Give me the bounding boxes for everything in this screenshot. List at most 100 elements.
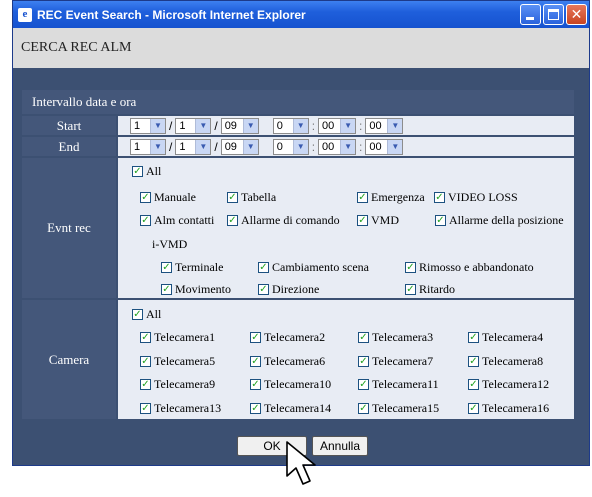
checkbox-icon: ✓ — [132, 165, 143, 177]
manuale-checkbox[interactable]: ✓ Manuale — [140, 190, 196, 205]
checkbox-icon: ✓ — [358, 402, 369, 414]
camera-checkbox-11[interactable]: ✓ Telecamera11 — [358, 377, 439, 392]
date-separator: / — [169, 118, 173, 133]
emergenza-checkbox[interactable]: ✓ Emergenza — [357, 190, 425, 205]
end-second-value: 00 — [369, 140, 382, 153]
date-separator: / — [214, 139, 218, 154]
checkbox-icon: ✓ — [140, 378, 151, 390]
start-day-select[interactable]: 09 ▼ — [220, 117, 259, 134]
checkbox-icon: ✓ — [468, 378, 479, 390]
camera-checkbox-1[interactable]: ✓ Telecamera1 — [140, 330, 215, 345]
checkbox-label: Telecamera1 — [154, 330, 216, 344]
checkbox-label: Telecamera13 — [154, 401, 222, 415]
end-day-select[interactable]: 09 ▼ — [220, 138, 259, 155]
chevron-down-icon: ▼ — [150, 118, 165, 133]
checkbox-label: Ritardo — [419, 282, 455, 296]
end-minute-select[interactable]: 00 ▼ — [318, 138, 357, 155]
chevron-down-icon: ▼ — [387, 139, 403, 154]
camera-checkbox-15[interactable]: ✓ Telecamera15 — [358, 401, 439, 416]
checkbox-label: Telecamera9 — [154, 377, 216, 391]
checkbox-icon: ✓ — [258, 261, 269, 273]
checkbox-icon: ✓ — [140, 331, 151, 343]
cambiamento-scena-checkbox[interactable]: ✓ Cambiamento scena — [258, 260, 369, 275]
allarme-comando-checkbox[interactable]: ✓ Allarme di comando — [227, 213, 340, 228]
camera-checkbox-4[interactable]: ✓ Telecamera4 — [468, 330, 543, 345]
date-separator: / — [169, 139, 173, 154]
checkbox-icon: ✓ — [357, 214, 368, 226]
checkbox-icon: ✓ — [405, 283, 416, 295]
minimize-button[interactable] — [520, 4, 541, 25]
internet-explorer-icon: e — [18, 7, 32, 22]
start-hour-select[interactable]: 0 ▼ — [272, 117, 309, 134]
checkbox-icon: ✓ — [434, 191, 445, 203]
title-bar[interactable]: e REC Event Search - Microsoft Internet … — [13, 1, 589, 28]
checkbox-icon: ✓ — [140, 214, 151, 226]
checkbox-icon: ✓ — [227, 214, 238, 226]
window-title: REC Event Search - Microsoft Internet Ex… — [37, 7, 306, 22]
direzione-checkbox[interactable]: ✓ Direzione — [258, 282, 319, 297]
checkbox-icon: ✓ — [468, 331, 479, 343]
camera-checkbox-16[interactable]: ✓ Telecamera16 — [468, 401, 549, 416]
camera-label: Camera — [22, 300, 116, 419]
checkbox-label: Movimento — [175, 282, 231, 296]
checkbox-icon: ✓ — [140, 191, 151, 203]
ritardo-checkbox[interactable]: ✓ Ritardo — [405, 282, 455, 297]
checkbox-label: Alm contatti — [154, 213, 215, 227]
checkbox-label: VIDEO LOSS — [448, 190, 518, 204]
close-button[interactable]: ✕ — [566, 4, 587, 25]
end-month-select[interactable]: 1 ▼ — [175, 138, 212, 155]
camera-checkbox-9[interactable]: ✓ Telecamera9 — [140, 377, 215, 392]
checkbox-label: All — [146, 164, 162, 178]
checkbox-icon: ✓ — [227, 191, 238, 203]
start-year-select[interactable]: 1 ▼ — [130, 117, 166, 134]
time-separator: : — [359, 139, 363, 154]
end-minute-value: 00 — [322, 140, 335, 153]
vmd-checkbox[interactable]: ✓ VMD — [357, 213, 399, 228]
start-minute-value: 00 — [322, 119, 335, 132]
checkbox-icon: ✓ — [405, 261, 416, 273]
terminale-checkbox[interactable]: ✓ Terminale — [161, 260, 223, 275]
tabella-checkbox[interactable]: ✓ Tabella — [227, 190, 276, 205]
camera-checkbox-8[interactable]: ✓ Telecamera8 — [468, 354, 543, 369]
movimento-checkbox[interactable]: ✓ Movimento — [161, 282, 231, 297]
maximize-button[interactable] — [543, 4, 564, 25]
camera-checkbox-14[interactable]: ✓ Telecamera14 — [250, 401, 331, 416]
camera-checkbox-3[interactable]: ✓ Telecamera3 — [358, 330, 433, 345]
start-row: 1 ▼ / 1 ▼ / 09 ▼ 0 ▼ : 00 ▼ : 00 ▼ — [118, 116, 574, 135]
checkbox-label: All — [146, 307, 162, 321]
chevron-down-icon: ▼ — [195, 118, 211, 133]
camera-all-checkbox[interactable]: ✓ All — [132, 307, 161, 322]
chevron-down-icon: ▼ — [292, 118, 308, 133]
camera-checkbox-6[interactable]: ✓ Telecamera6 — [250, 354, 325, 369]
checkbox-icon: ✓ — [161, 261, 172, 273]
checkbox-icon: ✓ — [132, 308, 143, 320]
checkbox-icon: ✓ — [258, 283, 269, 295]
end-second-select[interactable]: 00 ▼ — [365, 138, 404, 155]
chevron-down-icon: ▼ — [195, 139, 211, 154]
checkbox-label: Telecamera14 — [264, 401, 332, 415]
end-hour-value: 0 — [276, 140, 283, 153]
end-year-select[interactable]: 1 ▼ — [130, 138, 166, 155]
start-second-value: 00 — [369, 119, 382, 132]
event-all-checkbox[interactable]: ✓ All — [132, 164, 161, 179]
end-hour-select[interactable]: 0 ▼ — [272, 138, 309, 155]
camera-checkbox-12[interactable]: ✓ Telecamera12 — [468, 377, 549, 392]
camera-checkbox-7[interactable]: ✓ Telecamera7 — [358, 354, 433, 369]
start-minute-select[interactable]: 00 ▼ — [318, 117, 357, 134]
rimosso-abbandonato-checkbox[interactable]: ✓ Rimosso e abbandonato — [405, 260, 534, 275]
start-month-select[interactable]: 1 ▼ — [175, 117, 212, 134]
video-loss-checkbox[interactable]: ✓ VIDEO LOSS — [434, 190, 518, 205]
checkbox-label: Telecamera8 — [482, 354, 544, 368]
allarme-posizione-checkbox[interactable]: ✓ Allarme della posizione — [435, 213, 564, 228]
camera-checkbox-5[interactable]: ✓ Telecamera5 — [140, 354, 215, 369]
camera-checkbox-13[interactable]: ✓ Telecamera13 — [140, 401, 221, 416]
checkbox-icon: ✓ — [358, 355, 369, 367]
camera-checkbox-2[interactable]: ✓ Telecamera2 — [250, 330, 325, 345]
alm-contatti-checkbox[interactable]: ✓ Alm contatti — [140, 213, 214, 228]
camera-checkbox-10[interactable]: ✓ Telecamera10 — [250, 377, 331, 392]
checkbox-label: Telecamera6 — [264, 354, 326, 368]
checkbox-label: Telecamera10 — [264, 377, 332, 391]
checkbox-label: Emergenza — [371, 190, 425, 204]
checkbox-icon: ✓ — [250, 355, 261, 367]
start-second-select[interactable]: 00 ▼ — [365, 117, 404, 134]
